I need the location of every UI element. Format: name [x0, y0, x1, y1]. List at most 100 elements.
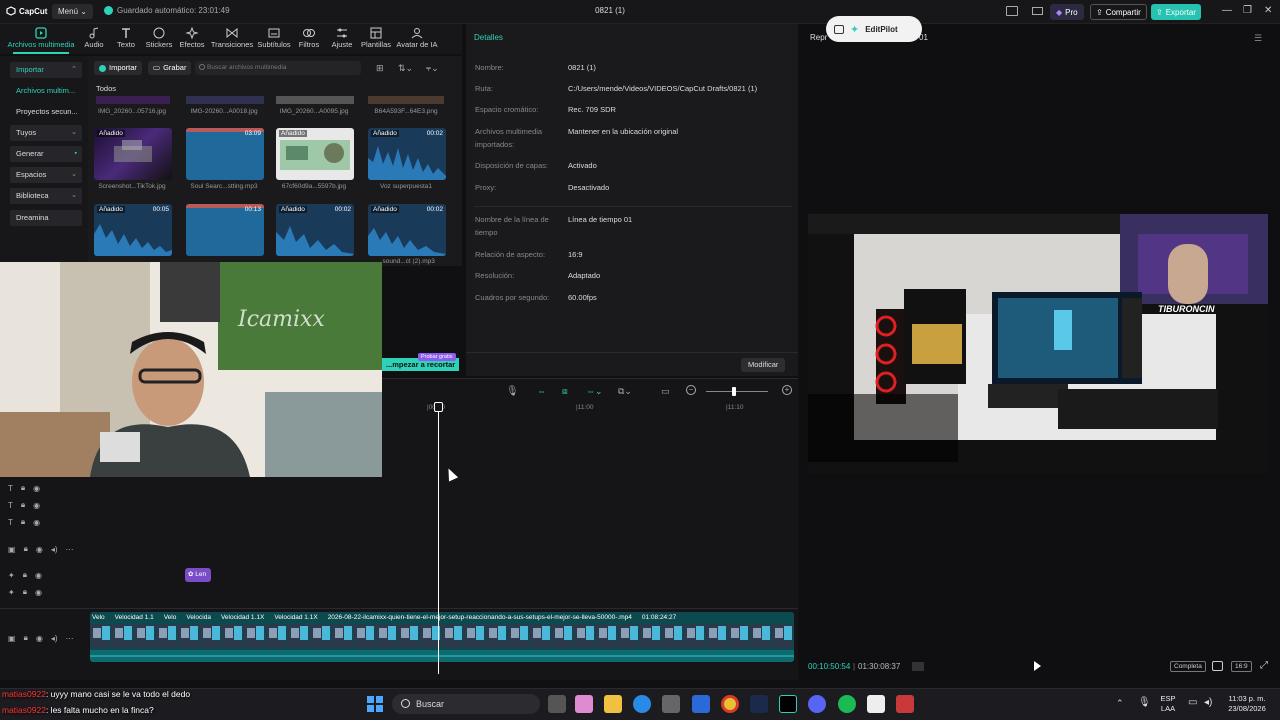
lock-icon[interactable]: 🔒︎: [24, 544, 28, 554]
media-thumb-partial[interactable]: [96, 96, 170, 104]
sort-icon[interactable]: ⇅⌄: [398, 63, 413, 74]
media-item[interactable]: Añadido: [276, 128, 354, 180]
steam-icon[interactable]: [750, 695, 768, 713]
zoom-slider-handle[interactable]: [732, 387, 736, 396]
tab-ai-avatar[interactable]: Avatar de IA: [396, 27, 438, 49]
tab-text[interactable]: Texto: [112, 27, 140, 49]
store-icon[interactable]: [662, 695, 680, 713]
lock-icon[interactable]: 🔒︎: [21, 517, 25, 527]
timecode-toggle-icon[interactable]: [912, 662, 924, 671]
chrome-icon[interactable]: [721, 695, 739, 713]
ratio-button[interactable]: 16:9: [1231, 661, 1252, 672]
eye-icon[interactable]: ◉: [33, 518, 40, 527]
lock-icon[interactable]: 🔒︎: [23, 587, 27, 597]
fullscreen-icon[interactable]: ⤢: [1260, 660, 1268, 671]
taskbar-search-input[interactable]: Buscar: [392, 694, 540, 714]
editpilot-button[interactable]: ✦ EditPilot: [826, 16, 922, 42]
nav-yours[interactable]: Tuyos ⌄: [10, 125, 82, 141]
hamburger-icon[interactable]: ☰: [1254, 33, 1262, 44]
tab-audio[interactable]: Audio: [80, 27, 108, 49]
more-icon[interactable]: ⋯: [66, 545, 74, 554]
media-thumb-partial[interactable]: [368, 96, 444, 104]
nav-library[interactable]: Biblioteca ⌄: [10, 188, 82, 204]
link-icon[interactable]: ⇔⌄: [586, 386, 603, 397]
tab-subtitles[interactable]: Subtítulos: [256, 27, 292, 49]
eye-icon[interactable]: ◉: [35, 571, 42, 580]
layout-icon[interactable]: [1006, 6, 1018, 16]
playhead-handle[interactable]: [434, 402, 443, 412]
zoom-slider[interactable]: [706, 391, 768, 392]
lock-icon[interactable]: 🔒︎: [21, 483, 25, 493]
eye-icon[interactable]: ◉: [35, 588, 42, 597]
spotify-icon[interactable]: [838, 695, 856, 713]
nav-spaces[interactable]: Espacios ⌄: [10, 167, 82, 183]
media-item[interactable]: Añadido 00:02: [276, 204, 354, 256]
maximize-icon[interactable]: ❐: [1243, 5, 1252, 16]
zoom-out-icon[interactable]: −: [686, 385, 696, 395]
media-item[interactable]: Añadido 00:02: [368, 204, 446, 256]
export-button[interactable]: ⇪ Exportar: [1151, 4, 1201, 20]
magnet-icon[interactable]: ⧈: [562, 386, 568, 397]
media-thumb-partial[interactable]: [276, 96, 354, 104]
windows-start-icon[interactable]: [367, 696, 383, 712]
nav-dreamina[interactable]: Dreamina: [10, 210, 82, 226]
capcut-taskbar-icon[interactable]: [779, 695, 797, 713]
link-main-icon[interactable]: ⇔: [537, 386, 546, 396]
media-item[interactable]: Añadido: [94, 128, 172, 180]
sticker-clip[interactable]: ✿ Len: [185, 568, 211, 582]
clock[interactable]: 11:03 p. m. 23/08/2026: [1224, 694, 1270, 714]
filter-icon[interactable]: ⫧⌄: [426, 63, 439, 74]
menu-button[interactable]: Menú ⌄: [52, 4, 93, 19]
playhead[interactable]: [438, 402, 439, 674]
lock-icon[interactable]: 🔒︎: [24, 633, 28, 643]
media-search-input[interactable]: Buscar archivos multimedia: [195, 61, 361, 75]
capcut-app-icon[interactable]: [867, 695, 885, 713]
media-item[interactable]: Añadido 00:02: [368, 128, 446, 180]
media-item[interactable]: Añadido 00:05: [94, 204, 172, 256]
lock-icon[interactable]: 🔒︎: [23, 570, 27, 580]
tab-effects[interactable]: Efectos: [177, 27, 207, 49]
view-grid-icon[interactable]: ⊞: [376, 63, 384, 74]
volume-icon[interactable]: ◂): [1204, 697, 1212, 708]
outlook-icon[interactable]: [692, 695, 710, 713]
nav-generate[interactable]: Generar ▪: [10, 146, 82, 162]
microphone-tray-icon[interactable]: 🎙: [1138, 697, 1151, 708]
discord-icon[interactable]: [808, 695, 826, 713]
tray-chevron-up-icon[interactable]: ⌃: [1116, 698, 1124, 709]
record-button[interactable]: ▭ Grabar: [148, 61, 192, 75]
eye-icon[interactable]: ◉: [33, 484, 40, 493]
edge-icon[interactable]: [633, 695, 651, 713]
tab-stickers[interactable]: Stickers: [144, 27, 174, 49]
nav-media-files[interactable]: Archivos multim...: [10, 83, 82, 99]
media-thumb-partial[interactable]: [186, 96, 264, 104]
quality-button[interactable]: Completa: [1170, 661, 1206, 672]
more-icon[interactable]: ⋯: [66, 634, 74, 643]
tab-templates[interactable]: Plantillas: [359, 27, 393, 49]
shortcuts-icon[interactable]: [1032, 7, 1043, 15]
app-icon[interactable]: [896, 695, 914, 713]
media-item[interactable]: 03:09: [186, 128, 264, 180]
file-explorer-icon[interactable]: [604, 695, 622, 713]
eye-icon[interactable]: ◉: [33, 501, 40, 510]
task-view-icon[interactable]: [548, 695, 566, 713]
eye-icon[interactable]: ◉: [36, 634, 43, 643]
share-button[interactable]: ⇪ Compartir: [1090, 4, 1147, 20]
tab-media[interactable]: Archivos multimedia: [6, 27, 76, 54]
play-icon[interactable]: [1034, 661, 1041, 671]
minimize-icon[interactable]: —: [1222, 5, 1232, 16]
snapshot-icon[interactable]: [1212, 661, 1223, 671]
modify-button[interactable]: Modificar: [741, 358, 786, 372]
nav-import[interactable]: Importar ⌃: [10, 62, 82, 78]
tab-transitions[interactable]: Transiciones: [210, 27, 254, 49]
subtitle-track-icon[interactable]: ▭: [661, 386, 670, 397]
preview-axis-icon[interactable]: ⧉⌄: [618, 386, 632, 397]
pro-button[interactable]: ◆ Pro: [1050, 4, 1084, 20]
import-button[interactable]: Importar: [94, 61, 142, 75]
copilot-icon[interactable]: [575, 695, 593, 713]
speaker-icon[interactable]: ◂): [51, 634, 58, 643]
microphone-icon[interactable]: 🎙: [506, 386, 519, 397]
nav-secondary-projects[interactable]: Proyectos secun...: [10, 104, 82, 120]
language-indicator[interactable]: ESP LAA: [1158, 694, 1178, 714]
close-icon[interactable]: ✕: [1264, 5, 1272, 16]
lock-icon[interactable]: 🔒︎: [21, 500, 25, 510]
